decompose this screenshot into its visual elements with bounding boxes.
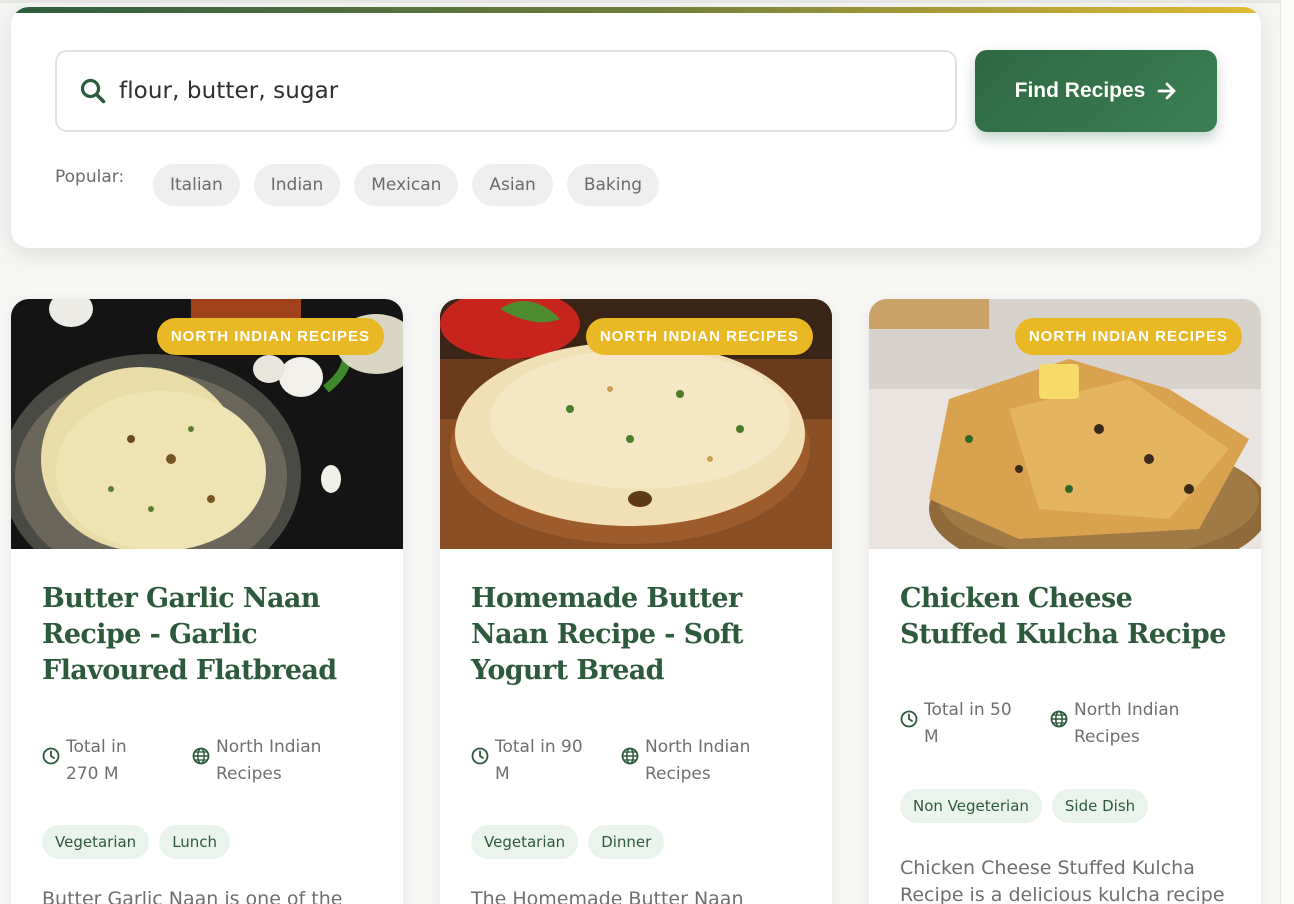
browser-top-line xyxy=(0,0,1294,3)
recipe-description: Butter Garlic Naan is one of the xyxy=(42,888,343,904)
cuisine-text: North Indian Recipes xyxy=(645,737,751,784)
tag-side-dish[interactable]: Side Dish xyxy=(1051,789,1149,823)
globe-icon xyxy=(192,747,210,765)
find-recipes-button[interactable]: Find Recipes xyxy=(975,50,1217,132)
chip-indian[interactable]: Indian xyxy=(253,164,341,206)
cuisine: North Indian Recipes xyxy=(192,734,346,788)
total-time: Total in 90 M xyxy=(471,734,621,788)
find-recipes-label: Find Recipes xyxy=(1014,79,1146,102)
recipe-tags: Vegetarian Lunch xyxy=(42,825,231,859)
recipe-card[interactable]: NORTH INDIAN RECIPES Butter Garlic Naan … xyxy=(11,299,403,904)
search-icon xyxy=(80,78,106,104)
accent-bar xyxy=(11,7,1261,13)
total-time: Total in 50 M xyxy=(900,697,1050,751)
chip-asian[interactable]: Asian xyxy=(472,164,553,206)
globe-icon xyxy=(621,747,639,765)
chip-baking[interactable]: Baking xyxy=(566,164,660,206)
arrow-right-icon xyxy=(1157,82,1176,100)
clock-icon xyxy=(471,747,489,765)
tag-non-vegetarian[interactable]: Non Vegeterian xyxy=(900,789,1042,823)
category-badge: NORTH INDIAN RECIPES xyxy=(1014,318,1242,355)
search-input-value[interactable]: flour, butter, sugar xyxy=(119,78,338,104)
cuisine-text: North Indian Recipes xyxy=(1074,700,1180,747)
recipe-title[interactable]: Butter Garlic Naan Recipe - Garlic Flavo… xyxy=(42,581,382,689)
cuisine: North Indian Recipes xyxy=(621,734,775,788)
popular-label: Popular: xyxy=(55,167,125,187)
chip-mexican[interactable]: Mexican xyxy=(354,164,459,206)
recipe-meta: Total in 270 M North Indian Recipes xyxy=(42,734,346,788)
recipe-meta: Total in 50 M North Indian Recipes xyxy=(900,697,1204,751)
tag-vegetarian[interactable]: Vegetarian xyxy=(471,825,579,859)
recipe-card[interactable]: NORTH INDIAN RECIPES Homemade Butter Naa… xyxy=(440,299,832,904)
tag-dinner[interactable]: Dinner xyxy=(588,825,665,859)
recipe-title[interactable]: Chicken Cheese Stuffed Kulcha Recipe xyxy=(900,581,1240,653)
cuisine: North Indian Recipes xyxy=(1050,697,1204,751)
chip-italian[interactable]: Italian xyxy=(153,164,240,206)
tag-vegetarian[interactable]: Vegetarian xyxy=(42,825,150,859)
clock-icon xyxy=(900,710,918,728)
recipe-tags: Non Vegeterian Side Dish xyxy=(900,789,1149,823)
clock-icon xyxy=(42,747,60,765)
total-time-text: Total in 270 M xyxy=(66,737,127,784)
recipe-description: The Homemade Butter Naan xyxy=(471,888,744,904)
scrollbar-track[interactable] xyxy=(1280,0,1294,904)
category-badge: NORTH INDIAN RECIPES xyxy=(156,318,384,355)
tag-lunch[interactable]: Lunch xyxy=(159,825,231,859)
total-time: Total in 270 M xyxy=(42,734,192,788)
total-time-text: Total in 90 M xyxy=(495,737,583,784)
recipe-card[interactable]: NORTH INDIAN RECIPES Chicken Cheese Stuf… xyxy=(869,299,1261,904)
recipe-meta: Total in 90 M North Indian Recipes xyxy=(471,734,775,788)
recipe-description: Chicken Cheese Stuffed Kulcha Recipe is … xyxy=(900,857,1225,904)
recipe-tags: Vegetarian Dinner xyxy=(471,825,665,859)
search-panel: flour, butter, sugar Find Recipes Popula… xyxy=(11,7,1261,248)
category-badge: NORTH INDIAN RECIPES xyxy=(585,318,813,355)
recipe-title[interactable]: Homemade Butter Naan Recipe - Soft Yogur… xyxy=(471,581,811,689)
ingredient-search-field[interactable]: flour, butter, sugar xyxy=(55,50,957,132)
popular-chips: Italian Indian Mexican Asian Baking xyxy=(153,164,660,206)
globe-icon xyxy=(1050,710,1068,728)
cuisine-text: North Indian Recipes xyxy=(216,737,322,784)
total-time-text: Total in 50 M xyxy=(924,700,1012,747)
